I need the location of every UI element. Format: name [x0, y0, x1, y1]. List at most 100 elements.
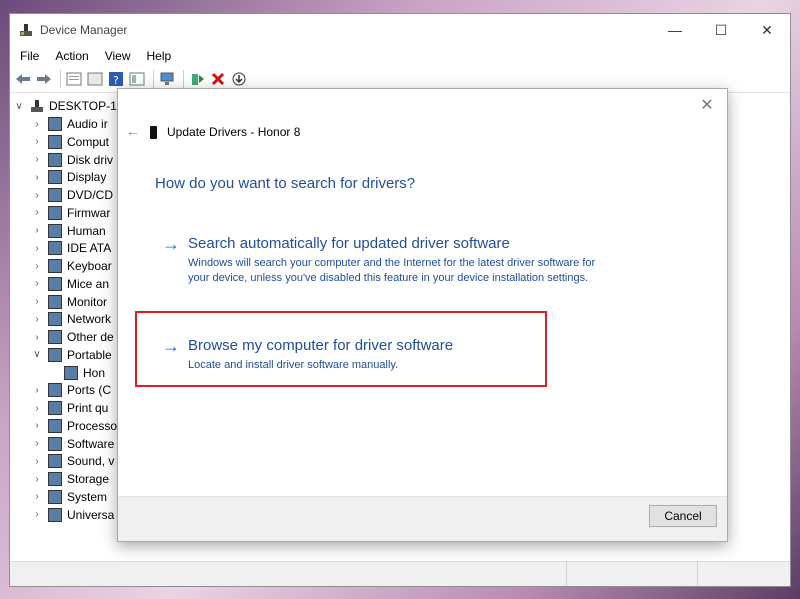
- close-window-button[interactable]: ✕: [744, 14, 790, 46]
- chevron-right-icon[interactable]: ›: [32, 296, 42, 307]
- scan-hardware-icon[interactable]: [158, 70, 176, 88]
- update-driver-icon[interactable]: [188, 70, 206, 88]
- chevron-down-icon[interactable]: ∨: [14, 101, 24, 112]
- status-pane: [567, 562, 698, 586]
- chevron-right-icon[interactable]: ›: [32, 403, 42, 414]
- toolbar-separator: [183, 70, 184, 88]
- chevron-right-icon[interactable]: ›: [32, 190, 42, 201]
- tree-item[interactable]: › Software: [32, 435, 114, 453]
- dialog-question: How do you want to search for drivers?: [155, 175, 416, 192]
- tree-item[interactable]: › Human: [32, 222, 106, 240]
- tree-item[interactable]: › Display: [32, 168, 106, 186]
- chevron-right-icon[interactable]: ›: [32, 261, 42, 272]
- chevron-right-icon[interactable]: ›: [32, 207, 42, 218]
- tree-item[interactable]: › Keyboar: [32, 257, 112, 275]
- tree-item-label: Software: [67, 436, 115, 451]
- tree-item[interactable]: › Sound, v: [32, 452, 114, 470]
- chevron-right-icon[interactable]: ›: [32, 172, 42, 183]
- chevron-right-icon[interactable]: ›: [32, 509, 42, 520]
- tree-item[interactable]: › Network: [32, 310, 111, 328]
- menu-help[interactable]: Help: [139, 49, 180, 63]
- chevron-down-icon[interactable]: ∨: [32, 349, 42, 360]
- back-icon[interactable]: [14, 70, 32, 88]
- tree-item-label: Ports (C: [67, 383, 112, 398]
- tree-item[interactable]: › Comput: [32, 133, 109, 151]
- tree-item[interactable]: › Other de: [32, 328, 114, 346]
- software-icon: [48, 436, 62, 451]
- chevron-right-icon[interactable]: ›: [32, 225, 42, 236]
- chevron-right-icon[interactable]: ›: [32, 278, 42, 289]
- tree-item-label: Firmwar: [67, 205, 111, 220]
- chevron-right-icon[interactable]: ›: [32, 332, 42, 343]
- view-icon[interactable]: [128, 70, 146, 88]
- menu-file[interactable]: File: [12, 49, 47, 63]
- uninstall-icon[interactable]: [209, 70, 227, 88]
- tree-item-label: Processo: [67, 418, 118, 433]
- tree-item[interactable]: › Universa: [32, 506, 114, 524]
- portable-device-icon: [48, 347, 62, 362]
- option-title: Browse my computer for driver software: [188, 337, 454, 354]
- tree-item[interactable]: › Firmwar: [32, 204, 110, 222]
- tree-item-label: Hon: [83, 365, 106, 380]
- help-icon[interactable]: ?: [107, 70, 125, 88]
- chevron-right-icon[interactable]: ›: [32, 474, 42, 485]
- ide-icon: [48, 241, 62, 256]
- status-pane: [10, 562, 567, 586]
- chevron-right-icon[interactable]: ›: [32, 243, 42, 254]
- maximize-button[interactable]: ☐: [698, 14, 744, 46]
- svg-text:?: ?: [113, 74, 119, 87]
- tree-item[interactable]: › Print qu: [32, 399, 108, 417]
- properties-icon[interactable]: [65, 70, 83, 88]
- tree-item-label: DVD/CD: [67, 188, 114, 202]
- option-description: Windows will search your computer and th…: [188, 257, 596, 284]
- chevron-right-icon[interactable]: ›: [32, 136, 42, 147]
- chevron-right-icon[interactable]: ›: [32, 456, 42, 467]
- back-arrow-icon[interactable]: ←: [126, 123, 142, 139]
- chevron-right-icon[interactable]: ›: [32, 491, 42, 502]
- tree-item[interactable]: › Processo: [32, 417, 117, 435]
- tree-item[interactable]: › Mice an: [32, 275, 109, 293]
- tree-item[interactable]: › IDE ATA: [32, 239, 111, 257]
- chevron-right-icon[interactable]: ›: [32, 314, 42, 325]
- browse-computer-option[interactable]: → Browse my computer for driver software…: [162, 337, 618, 373]
- download-icon[interactable]: [230, 70, 248, 88]
- tree-item[interactable]: ∨ Portable: [32, 346, 112, 364]
- menu-action[interactable]: Action: [47, 49, 96, 63]
- cancel-button[interactable]: Cancel: [649, 505, 717, 527]
- tree-item[interactable]: › Disk driv: [32, 151, 113, 169]
- tree-item-label: Print qu: [67, 401, 109, 415]
- tree-item[interactable]: Hon: [64, 364, 105, 382]
- processor-icon: [48, 418, 62, 433]
- unknown-device-icon: [48, 330, 62, 344]
- chevron-right-icon[interactable]: ›: [32, 438, 42, 449]
- usb-icon: [48, 507, 62, 522]
- dialog-footer: Cancel: [118, 496, 727, 541]
- tree-item[interactable]: › Audio ir: [32, 115, 108, 133]
- chevron-right-icon[interactable]: ›: [32, 154, 42, 165]
- display-icon: [48, 170, 62, 185]
- menu-view[interactable]: View: [97, 49, 139, 63]
- tree-item[interactable]: › Monitor: [32, 293, 107, 311]
- forward-icon[interactable]: [35, 70, 53, 88]
- show-hidden-icon[interactable]: [86, 70, 104, 88]
- tree-item[interactable]: › Ports (C: [32, 381, 111, 399]
- search-automatically-option[interactable]: → Search automatically for updated drive…: [162, 235, 618, 286]
- tree-item-label: IDE ATA: [67, 241, 112, 256]
- dvd-icon: [48, 188, 62, 202]
- monitor-icon: [48, 134, 62, 149]
- tree-item-label: Mice an: [67, 276, 110, 291]
- dialog-header: Update Drivers - Honor 8: [150, 125, 300, 139]
- disk-icon: [48, 152, 62, 167]
- status-bar: [10, 561, 790, 586]
- tree-item[interactable]: › DVD/CD: [32, 186, 113, 204]
- chevron-right-icon[interactable]: ›: [32, 420, 42, 431]
- chevron-right-icon[interactable]: ›: [32, 119, 42, 130]
- system-icon: [48, 489, 62, 504]
- chevron-right-icon[interactable]: ›: [32, 385, 42, 396]
- tree-item[interactable]: › Storage: [32, 470, 109, 488]
- tree-root[interactable]: ∨ DESKTOP-1: [14, 97, 116, 115]
- minimize-button[interactable]: —: [652, 14, 698, 46]
- close-icon[interactable]: ✕: [697, 95, 717, 115]
- port-icon: [48, 383, 62, 398]
- tree-item[interactable]: › System: [32, 488, 107, 506]
